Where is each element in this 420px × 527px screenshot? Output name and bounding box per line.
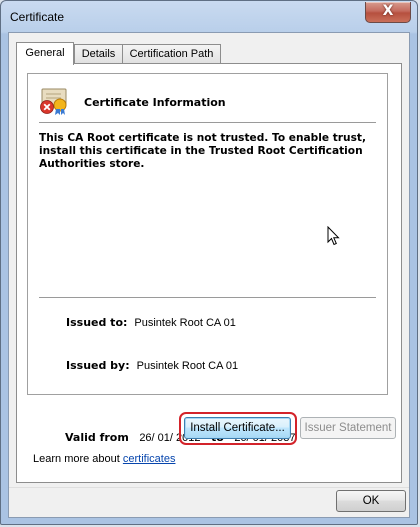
info-title: Certificate Information <box>84 96 226 109</box>
fields-divider <box>39 297 376 298</box>
learn-more-text: Learn more about certificates <box>33 453 175 465</box>
issued-to-row: Issued to: Pusintek Root CA 01 <box>66 316 236 329</box>
window-title: Certificate <box>10 10 65 24</box>
issued-by-value: Pusintek Root CA 01 <box>136 360 239 372</box>
learn-more-prefix: Learn more about <box>33 453 123 465</box>
certificate-error-icon <box>40 88 67 115</box>
issued-to-value: Pusintek Root CA 01 <box>134 317 236 329</box>
certificate-info-box: Certificate Information This CA Root cer… <box>27 73 388 395</box>
issuer-statement-button[interactable]: Issuer Statement <box>300 417 396 439</box>
tab-general[interactable]: General <box>16 42 74 65</box>
title-bar[interactable]: Certificate X <box>1 1 417 34</box>
certificate-window: Certificate X General Details Certificat… <box>0 0 418 525</box>
close-icon: X <box>382 3 394 19</box>
close-button[interactable]: X <box>365 2 411 23</box>
mouse-cursor-icon <box>327 226 340 246</box>
install-certificate-button[interactable]: Install Certificate... <box>184 417 291 439</box>
issued-to-label: Issued to: <box>66 316 128 329</box>
certificates-link[interactable]: certificates <box>123 453 176 465</box>
ok-button[interactable]: OK <box>336 490 406 512</box>
info-divider <box>39 122 376 123</box>
valid-from-label: Valid from <box>65 431 129 444</box>
tab-details[interactable]: Details <box>74 44 123 63</box>
trust-warning-text: This CA Root certificate is not trusted.… <box>39 132 366 170</box>
issued-by-row: Issued by: Pusintek Root CA 01 <box>66 359 238 372</box>
tab-certification-path[interactable]: Certification Path <box>122 44 221 63</box>
dialog-body: General Details Certification Path Certi… <box>8 32 410 518</box>
footer-divider <box>9 487 409 488</box>
issued-by-label: Issued by: <box>66 359 130 372</box>
